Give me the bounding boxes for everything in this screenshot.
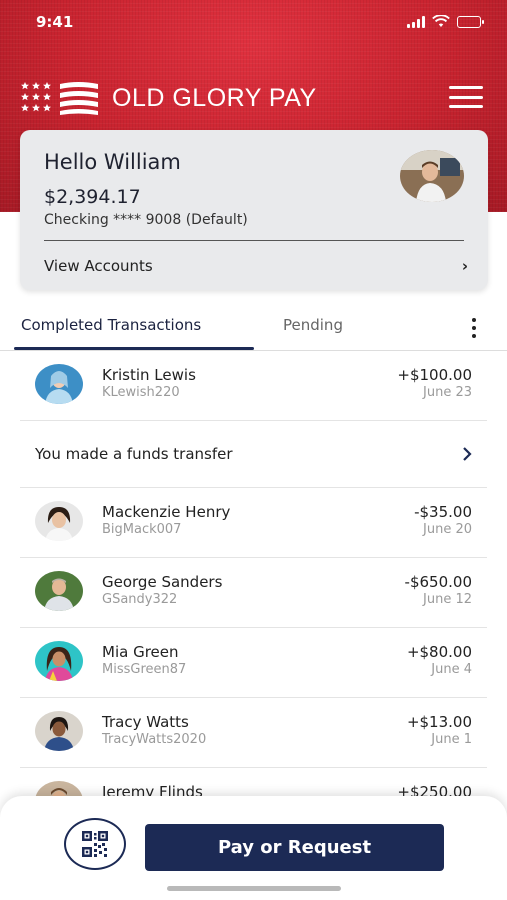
transaction-name: George Sanders bbox=[102, 573, 223, 591]
transaction-handle: GSandy322 bbox=[102, 592, 178, 607]
transaction-tabs: Completed Transactions Pending bbox=[0, 306, 507, 351]
transaction-name: Mia Green bbox=[102, 643, 179, 661]
signal-icon bbox=[407, 15, 425, 28]
transaction-amount: +$80.00 bbox=[406, 643, 472, 661]
tab-pending[interactable]: Pending bbox=[283, 316, 343, 334]
wifi-icon bbox=[432, 15, 450, 27]
transaction-row-mia-green[interactable]: Mia Green MissGreen87 +$80.00 June 4 bbox=[20, 628, 487, 698]
battery-icon bbox=[457, 15, 484, 28]
active-tab-indicator bbox=[14, 347, 254, 350]
avatar bbox=[35, 364, 83, 404]
transaction-handle: TracyWatts2020 bbox=[102, 732, 207, 747]
transaction-handle: MissGreen87 bbox=[102, 662, 187, 677]
transaction-amount: +$13.00 bbox=[406, 713, 472, 731]
brand-logo: OLD GLORY PAY bbox=[20, 78, 317, 118]
brand-title: OLD GLORY PAY bbox=[112, 83, 317, 112]
card-divider bbox=[44, 240, 464, 241]
status-icons bbox=[407, 15, 484, 28]
transaction-row-george-sanders[interactable]: George Sanders GSandy322 -$650.00 June 1… bbox=[20, 558, 487, 628]
tab-completed-transactions[interactable]: Completed Transactions bbox=[21, 316, 201, 334]
transaction-handle: BigMack007 bbox=[102, 522, 182, 537]
transaction-name: Kristin Lewis bbox=[102, 366, 196, 384]
qr-code-button[interactable] bbox=[64, 818, 126, 870]
greeting: Hello William bbox=[44, 150, 181, 174]
funds-transfer-row[interactable]: You made a funds transfer bbox=[20, 421, 487, 488]
avatar bbox=[35, 641, 83, 681]
transaction-amount: -$35.00 bbox=[414, 503, 472, 521]
funds-transfer-label: You made a funds transfer bbox=[35, 445, 233, 463]
transaction-date: June 4 bbox=[431, 662, 472, 677]
avatar bbox=[35, 501, 83, 541]
view-accounts-button[interactable]: View Accounts › bbox=[44, 254, 468, 278]
chevron-right-icon bbox=[463, 447, 472, 461]
status-bar: 9:41 bbox=[0, 0, 507, 44]
status-time: 9:41 bbox=[36, 13, 74, 31]
avatar bbox=[35, 711, 83, 751]
qr-code-icon bbox=[82, 831, 108, 857]
transaction-date: June 1 bbox=[431, 732, 472, 747]
account-card: Hello William $2,394.17 Checking **** 90… bbox=[20, 130, 488, 290]
transaction-amount: +$100.00 bbox=[397, 366, 472, 384]
transaction-amount: -$650.00 bbox=[404, 573, 472, 591]
transaction-row-mackenzie-henry[interactable]: Mackenzie Henry BigMack007 -$35.00 June … bbox=[20, 488, 487, 558]
chevron-right-icon: › bbox=[461, 257, 468, 275]
transaction-date: June 12 bbox=[423, 592, 472, 607]
more-vertical-icon[interactable] bbox=[469, 318, 479, 338]
transaction-row-tracy-watts[interactable]: Tracy Watts TracyWatts2020 +$13.00 June … bbox=[20, 698, 487, 768]
flag-logo-icon bbox=[21, 82, 98, 115]
account-balance: $2,394.17 bbox=[44, 186, 141, 208]
transaction-name: Tracy Watts bbox=[102, 713, 189, 731]
transaction-row-kristin-lewis[interactable]: Kristin Lewis KLewish220 +$100.00 June 2… bbox=[20, 351, 487, 421]
transaction-date: June 23 bbox=[423, 385, 472, 400]
avatar bbox=[35, 571, 83, 611]
profile-avatar[interactable] bbox=[400, 150, 464, 202]
transaction-name: Mackenzie Henry bbox=[102, 503, 231, 521]
transaction-list: Kristin Lewis KLewish220 +$100.00 June 2… bbox=[0, 351, 507, 838]
pay-or-request-button[interactable]: Pay or Request bbox=[145, 824, 444, 871]
home-indicator bbox=[167, 886, 341, 891]
account-number: Checking **** 9008 (Default) bbox=[44, 212, 248, 228]
menu-icon[interactable] bbox=[449, 86, 483, 108]
transaction-handle: KLewish220 bbox=[102, 385, 180, 400]
view-accounts-label: View Accounts bbox=[44, 257, 153, 275]
bottom-action-bar: Pay or Request bbox=[0, 796, 507, 900]
transaction-date: June 20 bbox=[423, 522, 472, 537]
